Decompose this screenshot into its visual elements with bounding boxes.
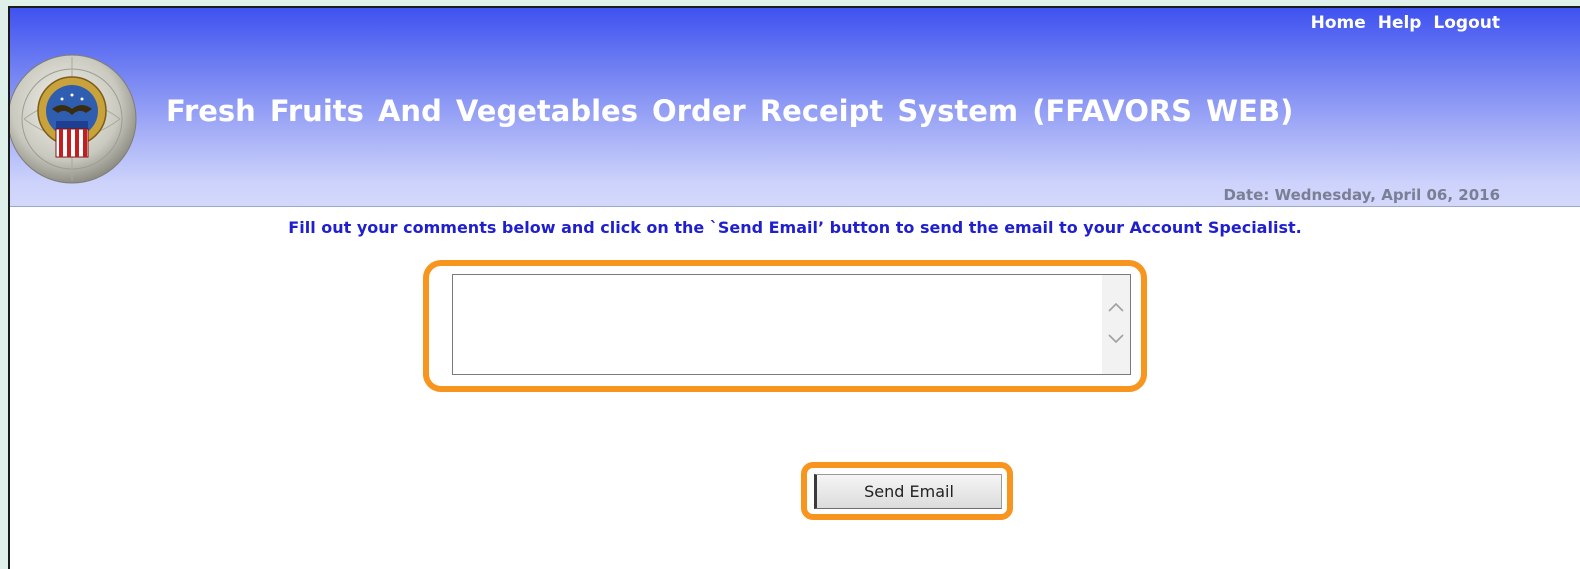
comments-scrollbar[interactable]	[1102, 275, 1130, 374]
nav-help-link[interactable]: Help	[1378, 13, 1422, 33]
send-email-button[interactable]: Send Email	[814, 474, 1002, 509]
comments-field[interactable]	[452, 274, 1131, 375]
nav-logout-link[interactable]: Logout	[1433, 13, 1500, 33]
app-window: Home Help Logout Fresh Fruits And Vegeta…	[8, 6, 1580, 569]
nav-home-link[interactable]: Home	[1311, 13, 1366, 33]
scroll-down-icon[interactable]	[1102, 325, 1130, 353]
comments-input[interactable]	[453, 275, 1101, 374]
header-banner: Home Help Logout Fresh Fruits And Vegeta…	[10, 8, 1580, 207]
app-title: Fresh Fruits And Vegetables Order Receip…	[166, 94, 1294, 128]
scroll-up-icon[interactable]	[1102, 293, 1130, 321]
current-date: Date: Wednesday, April 06, 2016	[1223, 186, 1500, 204]
dla-seal-icon	[10, 54, 137, 184]
top-nav: Home Help Logout	[1305, 13, 1500, 33]
instructions-text: Fill out your comments below and click o…	[288, 218, 1302, 237]
